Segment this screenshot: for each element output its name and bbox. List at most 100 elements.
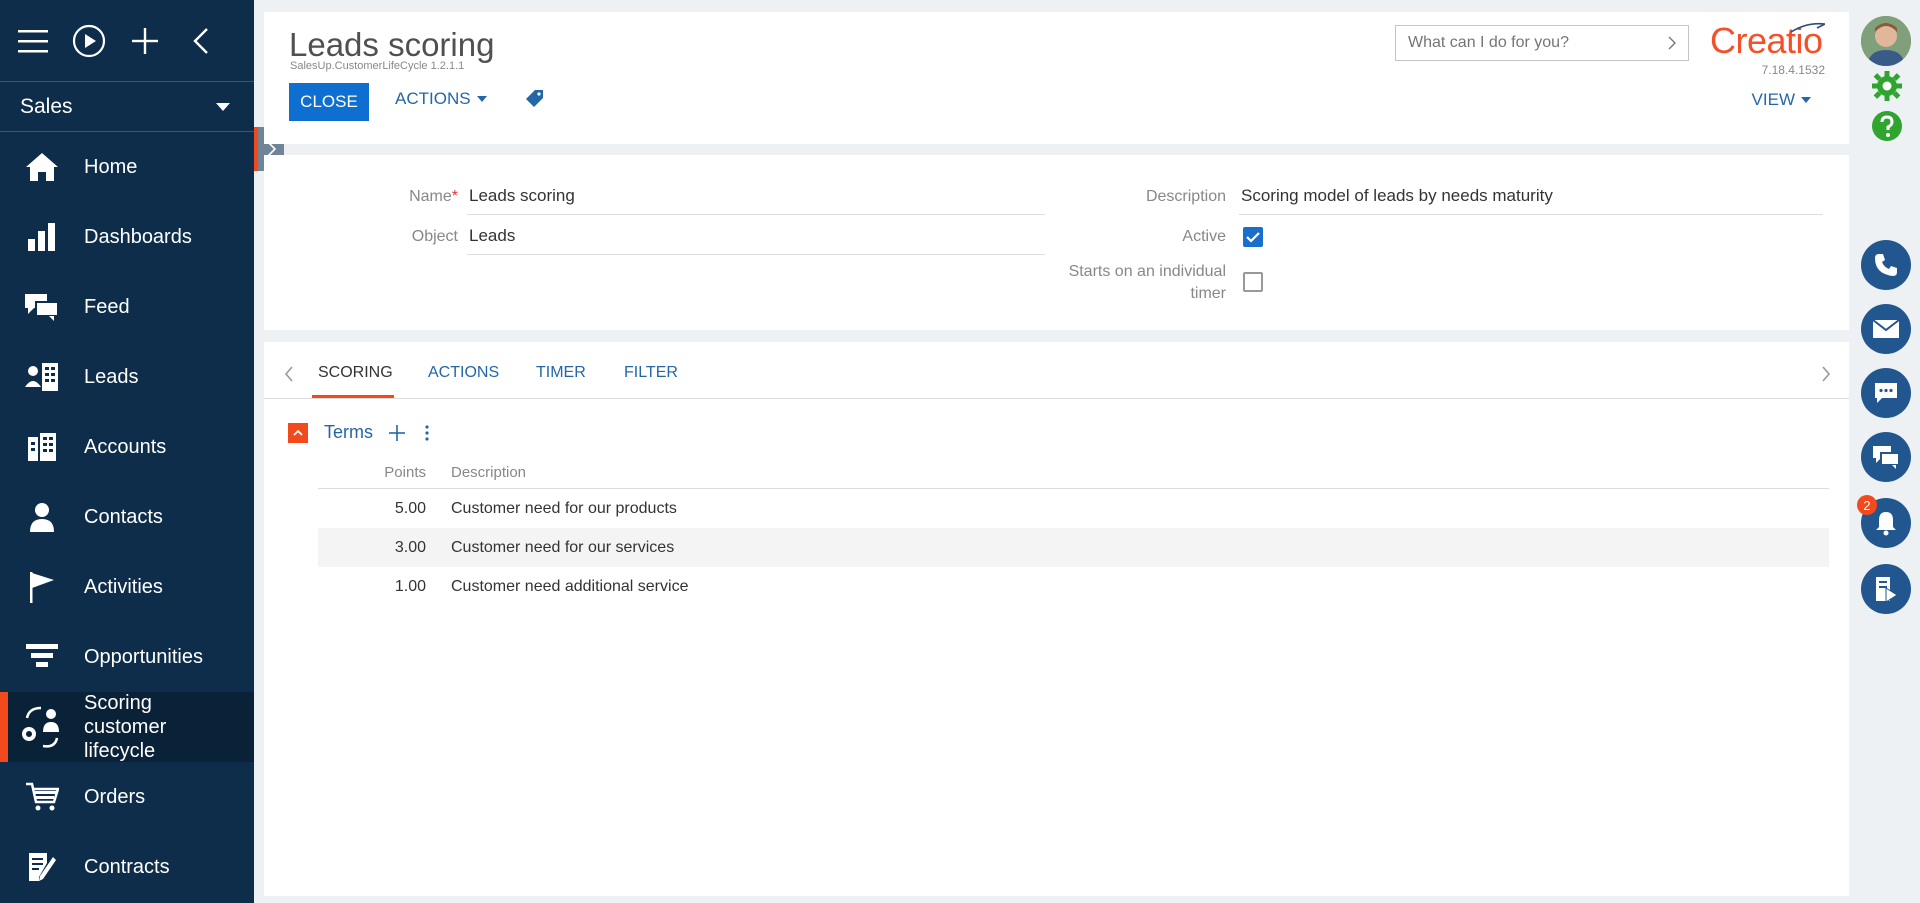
sidebar-item-orders[interactable]: Orders	[0, 762, 254, 832]
more-options-icon[interactable]	[425, 424, 429, 441]
table-row[interactable]: 1.00 Customer need additional service	[318, 567, 1829, 606]
sidebar-item-label: Contacts	[84, 506, 163, 528]
page-header: Leads scoring SalesUp.CustomerLifeCycle …	[264, 12, 1849, 144]
collapse-detail-button[interactable]	[288, 422, 308, 443]
description-field[interactable]: Scoring model of leads by needs maturity	[1239, 186, 1823, 215]
sidebar-item-contracts[interactable]: Contracts	[0, 832, 254, 902]
scoring-lifecycle-icon	[0, 704, 84, 750]
feed-button[interactable]	[1861, 432, 1911, 482]
chat-button[interactable]	[1861, 368, 1911, 418]
tab-filter[interactable]: FILTER	[624, 364, 678, 382]
process-button[interactable]	[1861, 564, 1911, 614]
view-menu-button[interactable]: VIEW	[1752, 90, 1811, 110]
chevron-right-icon[interactable]	[1821, 366, 1831, 382]
individual-timer-checkbox[interactable]	[1243, 272, 1263, 292]
object-label: Object	[411, 228, 458, 245]
sidebar-item-contacts[interactable]: Contacts	[0, 482, 254, 552]
sidebar-item-opportunities[interactable]: Opportunities	[0, 622, 254, 692]
column-header-points[interactable]: Points	[318, 464, 426, 481]
communication-panel: 2	[1851, 0, 1920, 903]
gear-icon[interactable]	[1872, 71, 1902, 101]
chevron-right-icon[interactable]	[1668, 36, 1676, 50]
active-field-row: Active	[1046, 227, 1263, 247]
actions-menu-button[interactable]: ACTIONS	[395, 89, 487, 109]
sidebar-item-scoring[interactable]: Scoring customer lifecycle	[0, 692, 254, 762]
run-process-icon[interactable]	[72, 24, 106, 58]
collapse-sidebar-icon[interactable]	[184, 24, 218, 58]
accounts-icon	[0, 431, 84, 463]
notification-count-badge: 2	[1857, 495, 1877, 515]
description-field-row: Description Scoring model of leads by ne…	[1046, 186, 1823, 215]
menu-icon[interactable]	[16, 24, 50, 58]
actions-label: ACTIONS	[395, 89, 471, 108]
home-icon	[0, 151, 84, 183]
active-label: Active	[1182, 228, 1226, 245]
sidebar-item-label: Leads	[84, 366, 139, 388]
contract-icon	[0, 851, 84, 883]
tab-timer[interactable]: TIMER	[536, 364, 586, 382]
description-label: Description	[1145, 188, 1226, 205]
flag-icon	[0, 571, 84, 603]
sidebar-item-activities[interactable]: Activities	[0, 552, 254, 622]
tag-icon[interactable]	[526, 89, 544, 112]
table-row[interactable]: 3.00 Customer need for our services	[318, 528, 1829, 567]
phone-icon	[1875, 254, 1897, 276]
name-field-row: Name* Leads scoring	[264, 186, 1045, 215]
sidebar-item-home[interactable]: Home	[0, 132, 254, 202]
contacts-icon	[0, 502, 84, 532]
active-tab-indicator	[312, 395, 394, 398]
help-icon[interactable]	[1871, 110, 1903, 142]
chevron-left-icon[interactable]	[284, 366, 294, 382]
creatio-logo: Creatio	[1710, 20, 1825, 62]
process-icon	[1876, 577, 1898, 602]
description-cell: Customer need additional service	[451, 577, 689, 595]
logo-swoosh-icon	[1790, 22, 1825, 33]
object-field-row: Object Leads	[264, 226, 1045, 255]
close-button[interactable]: CLOSE	[289, 83, 369, 121]
sidebar-item-label: Feed	[84, 296, 130, 318]
user-avatar[interactable]	[1861, 16, 1911, 66]
workplace-selector[interactable]: Sales	[0, 82, 254, 132]
command-line[interactable]	[1395, 25, 1689, 61]
tab-actions[interactable]: ACTIONS	[428, 364, 499, 382]
terms-grid: Points Description 5.00 Customer need fo…	[318, 457, 1829, 606]
timer-label: Starts on an individual timer	[1068, 263, 1226, 302]
active-checkbox[interactable]	[1243, 227, 1263, 247]
sidebar-item-label: Orders	[84, 786, 146, 808]
email-button[interactable]	[1861, 304, 1911, 354]
sidebar-item-accounts[interactable]: Accounts	[0, 412, 254, 482]
sidebar-item-label: Opportunities	[84, 646, 203, 668]
column-header-description[interactable]: Description	[426, 464, 526, 481]
timer-field-row: Starts on an individual timer	[1046, 261, 1263, 305]
sidebar-item-dashboards[interactable]: Dashboards	[0, 202, 254, 272]
funnel-icon	[0, 642, 84, 672]
add-icon[interactable]	[389, 424, 405, 441]
feed-icon	[1873, 446, 1900, 469]
package-version-label: SalesUp.CustomerLifeCycle 1.2.1.1	[290, 60, 465, 72]
object-field[interactable]: Leads	[467, 226, 1045, 255]
view-label: VIEW	[1751, 90, 1795, 109]
sidebar-item-leads[interactable]: Leads	[0, 342, 254, 412]
check-icon	[1246, 231, 1260, 243]
name-label: Name*	[409, 188, 458, 205]
add-icon[interactable]	[128, 24, 162, 58]
search-input[interactable]	[1408, 34, 1648, 52]
bell-icon	[1876, 512, 1896, 536]
tab-bar: SCORING ACTIONS TIMER FILTER	[264, 342, 1849, 399]
cart-icon	[0, 782, 84, 812]
page-title: Leads scoring	[289, 26, 495, 63]
sidebar-item-feed[interactable]: Feed	[0, 272, 254, 342]
sidebar-toolbar	[0, 0, 254, 82]
name-field[interactable]: Leads scoring	[467, 186, 1045, 215]
phone-button[interactable]	[1861, 240, 1911, 290]
tab-scoring[interactable]: SCORING	[318, 364, 393, 382]
caret-down-icon	[476, 96, 487, 102]
workplace-label: Sales	[20, 94, 73, 118]
chat-icon	[1875, 383, 1897, 403]
record-form: Name* Leads scoring Object Leads Descrip…	[264, 155, 1849, 330]
description-cell: Customer need for our services	[451, 538, 675, 556]
sidebar-item-label: Accounts	[84, 436, 167, 458]
description-cell: Customer need for our products	[451, 499, 677, 517]
table-row[interactable]: 5.00 Customer need for our products	[318, 489, 1829, 528]
details-panel: SCORING ACTIONS TIMER FILTER Terms Point…	[264, 342, 1849, 896]
